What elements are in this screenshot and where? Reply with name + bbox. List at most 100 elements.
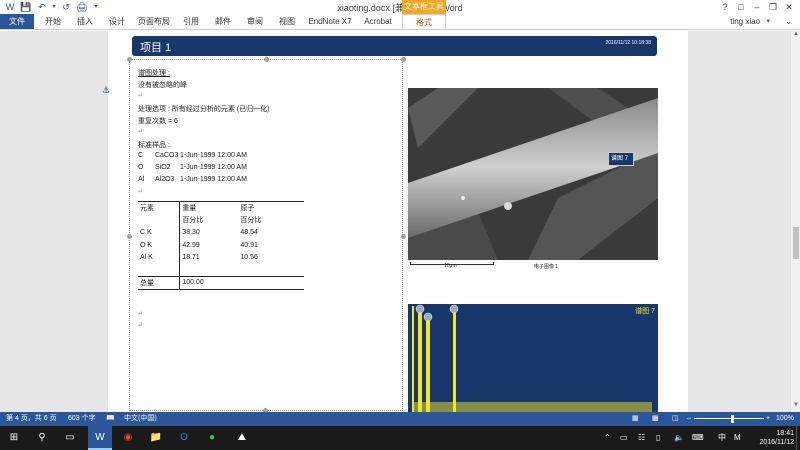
print-layout-icon[interactable]: ▩ <box>652 412 659 426</box>
resize-handle-top-right[interactable] <box>401 57 406 62</box>
standard-row: O SiO2 1-Jun-1999 12:00 AM <box>138 164 247 171</box>
tab-design[interactable]: 设计 <box>102 14 132 29</box>
keyboard-icon[interactable]: ⌨ <box>692 426 704 450</box>
contextual-tab-group: 文本框工具 <box>402 0 446 14</box>
tab-endnote[interactable]: EndNote X7 <box>304 14 356 29</box>
page-count[interactable]: 第 4 页，共 6 页 <box>6 412 57 426</box>
vertical-scrollbar[interactable]: ▲ ▼ <box>790 31 800 412</box>
zoom-level[interactable]: 100% <box>776 412 794 426</box>
table-total-row: 总量 100.00 <box>138 276 304 290</box>
eds-spectrum[interactable]: 谱图 7 <box>408 304 658 412</box>
chrome-icon[interactable]: ◉ <box>116 426 140 450</box>
web-layout-icon[interactable]: ◫ <box>672 412 679 426</box>
show-hidden-icons-icon[interactable]: ⌃ <box>604 426 611 450</box>
proofing-icon[interactable]: 📖 <box>106 412 115 426</box>
help-button[interactable]: ? <box>718 1 732 13</box>
table-row: Al K 18.71 10.56 <box>138 251 304 264</box>
resize-handle-left[interactable] <box>127 234 132 239</box>
scroll-down-icon[interactable]: ▼ <box>791 402 800 412</box>
spectrum-tag[interactable]: 谱图 7 <box>608 152 634 166</box>
close-button[interactable]: ✕ <box>782 1 796 13</box>
minimize-button[interactable]: – <box>750 1 764 13</box>
zoom-slider-thumb[interactable] <box>731 415 734 423</box>
search-icon[interactable]: ⚲ <box>30 426 54 450</box>
sem-image-footer: 10μm 电子图像 1 <box>408 260 658 272</box>
outlook-icon[interactable]: O <box>172 426 196 450</box>
language-indicator[interactable]: 中文(中国) <box>124 412 157 426</box>
file-explorer-icon[interactable]: 📁 <box>144 426 168 450</box>
standard-row: C CaCO3 1-Jun-1999 12:00 AM <box>138 152 247 159</box>
user-name[interactable]: ting xiao <box>730 14 760 29</box>
zoom-in-icon[interactable]: + <box>766 412 770 426</box>
tab-review[interactable]: 审阅 <box>240 14 270 29</box>
table-subheader-row: 百分比 百分比 <box>138 214 304 227</box>
resize-handle-right[interactable] <box>401 234 406 239</box>
tab-acrobat[interactable]: Acrobat <box>358 14 398 29</box>
table-header-row: 元素 重量 原子 <box>138 201 304 214</box>
window-title: xiaoting.docx [兼容模式] - Word <box>337 3 463 13</box>
photos-icon[interactable]: ⛰ <box>230 426 254 450</box>
ribbon-display-icon[interactable]: □ <box>734 1 748 13</box>
processing-option: 处理选项 : 所有经过分析的元素 (已归一化) <box>138 106 270 113</box>
tab-page-layout[interactable]: 页面布局 <box>134 14 174 29</box>
task-view-icon[interactable]: ▭ <box>58 426 82 450</box>
ime-mode-indicator[interactable]: M <box>734 426 741 450</box>
windows-taskbar: ⊞ ⚲ ▭ W ◉ 📁 O ● ⛰ ⌃ ▭ ☷ ▯ 🔈 ⌨ 中 M 18:41 … <box>0 426 800 450</box>
spectrum-label: 谱图 7 <box>635 308 655 315</box>
scroll-up-icon[interactable]: ▲ <box>791 31 800 41</box>
network-icon[interactable]: ☷ <box>638 426 645 450</box>
tab-view[interactable]: 视图 <box>272 14 302 29</box>
tab-file[interactable]: 文件 <box>0 14 34 29</box>
resize-handle-top[interactable] <box>264 57 269 62</box>
scale-bar-label: 10μm <box>444 263 457 269</box>
tab-format[interactable]: 格式 <box>402 14 446 29</box>
text-box[interactable]: 谱图处理 : 没有被忽略的峰 ↵ 处理选项 : 所有经过分析的元素 (已归一化)… <box>127 57 406 411</box>
paragraph-mark: ↵ <box>138 129 144 135</box>
status-bar: 第 4 页，共 6 页 603 个字 📖 中文(中国) ▦ ▩ ◫ – + 10… <box>0 412 800 426</box>
tab-mailings[interactable]: 邮件 <box>208 14 238 29</box>
table-header: 原子 <box>238 201 295 214</box>
table-header: 重量 <box>179 201 239 214</box>
zoom-slider[interactable] <box>694 418 764 419</box>
wechat-icon[interactable]: ● <box>200 426 224 450</box>
system-clock[interactable]: 18:41 2016/11/12 <box>759 429 794 447</box>
start-icon[interactable]: ⊞ <box>2 426 26 450</box>
table-subheader <box>138 214 181 227</box>
standard-row: Al Al2O3 1-Jun-1999 12:00 AM <box>138 176 247 183</box>
image-caption: 电子图像 1 <box>534 264 559 270</box>
show-desktop-button[interactable] <box>796 426 800 450</box>
zoom-out-icon[interactable]: – <box>687 412 691 426</box>
word-count[interactable]: 603 个字 <box>68 412 96 426</box>
quantification-table: 元素 重量 原子 百分比 百分比 C K 38.30 48.54 O K 42.… <box>138 201 304 290</box>
maximize-button[interactable]: ❐ <box>766 1 780 13</box>
tab-home[interactable]: 开始 <box>38 14 68 29</box>
resize-handle-top-left[interactable] <box>127 57 132 62</box>
sem-fiber-graphic <box>408 88 658 260</box>
table-subheader: 百分比 <box>182 217 204 225</box>
tab-references[interactable]: 引用 <box>176 14 206 29</box>
user-dropdown-icon[interactable]: ▾ <box>766 14 770 29</box>
battery-icon[interactable]: ▯ <box>656 426 660 450</box>
standards-title: 标准样品 : <box>138 142 170 149</box>
table-row: O K 42.99 40.91 <box>138 239 304 252</box>
clock-date: 2016/11/12 <box>759 439 794 446</box>
expand-ribbon-icon[interactable]: ⌄ <box>785 14 792 29</box>
scrollbar-thumb[interactable] <box>793 227 799 259</box>
iterations: 重复次数 = 6 <box>138 118 178 125</box>
paragraph-mark: ↵ <box>138 189 144 195</box>
sem-electron-image[interactable]: 谱图 7 <box>408 88 658 260</box>
paragraph-mark: ↵ <box>138 93 144 99</box>
ime-indicator[interactable]: 中 <box>718 426 726 450</box>
ribbon-tabs: 文件 开始 插入 设计 页面布局 引用 邮件 审阅 视图 EndNote X7 … <box>0 14 800 30</box>
action-center-icon[interactable]: ▭ <box>620 426 628 450</box>
report-header: 项目 1 2016/11/12 10:18:38 <box>132 36 657 56</box>
read-mode-icon[interactable]: ▦ <box>632 412 639 426</box>
volume-icon[interactable]: 🔈 <box>674 426 684 450</box>
tab-insert[interactable]: 插入 <box>70 14 100 29</box>
report-timestamp: 2016/11/12 10:18:38 <box>605 40 651 46</box>
anchor-icon[interactable]: ⚓ <box>102 85 110 96</box>
table-row: C K 38.30 48.54 <box>138 226 304 239</box>
title-bar: W 💾 ↶ ▾ ↺ 🖨 ▾ xiaoting.docx [兼容模式] - Wor… <box>0 0 800 14</box>
word-taskbar-icon[interactable]: W <box>88 426 112 450</box>
clock-time: 18:41 <box>776 430 794 437</box>
